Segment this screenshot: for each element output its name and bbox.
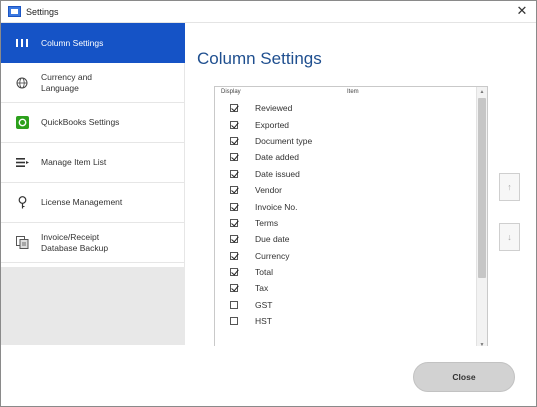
display-checkbox[interactable] (230, 153, 238, 162)
item-label: Date issued (255, 168, 300, 179)
list-item: Exported (215, 116, 477, 132)
display-checkbox[interactable] (230, 300, 238, 309)
list-item: Document type (215, 133, 477, 149)
item-label: Tax (255, 283, 269, 294)
item-label: Reviewed (255, 103, 293, 114)
item-label: Exported (255, 119, 290, 130)
item-label: Total (255, 267, 273, 278)
display-checkbox[interactable] (230, 186, 238, 195)
sidebar-item-label: Manage Item List (41, 157, 107, 167)
footer: Close (1, 346, 536, 406)
list-item: Due date (215, 231, 477, 247)
backup-icon (15, 236, 29, 250)
list-item: Vendor (215, 182, 477, 198)
arrow-up-icon: ↑ (507, 182, 512, 192)
list-icon (15, 156, 29, 170)
window-title: Settings (26, 6, 59, 17)
page-title: Column Settings (197, 49, 322, 68)
app-icon (8, 6, 21, 17)
list-scrollbar[interactable]: ▲ ▼ (476, 87, 487, 350)
sidebar-item-currency-language[interactable]: Currency and Language (1, 63, 185, 103)
move-down-button[interactable]: ↓ (499, 223, 520, 251)
main-panel: Column Settings Display Item Reviewed Exp… (186, 23, 536, 351)
list-item: Invoice No. (215, 198, 477, 214)
sidebar-item-label: License Management (41, 197, 123, 207)
item-label: GST (255, 299, 273, 310)
sidebar-item-label: QuickBooks Settings (41, 117, 120, 127)
display-checkbox[interactable] (230, 104, 238, 113)
display-checkbox[interactable] (230, 120, 238, 129)
window-close-button[interactable]: ✕ (515, 4, 529, 18)
sidebar: Column Settings Currency and Language Qu… (1, 23, 185, 345)
list-item: Total (215, 264, 477, 280)
display-checkbox[interactable] (230, 268, 238, 277)
list-item: Reviewed (215, 100, 477, 116)
sidebar-item-manage-item-list[interactable]: Manage Item List (1, 143, 185, 183)
sidebar-item-license-management[interactable]: License Management (1, 183, 185, 223)
item-label: Invoice No. (255, 201, 298, 212)
sidebar-item-label: Currency and Language (41, 71, 93, 93)
column-bars-icon (15, 36, 29, 50)
item-label: Currency (255, 250, 290, 261)
list-item: Date added (215, 149, 477, 165)
column-list: Display Item Reviewed Exported Document ty… (214, 86, 488, 351)
sidebar-empty-area (1, 267, 185, 345)
list-item: Currency (215, 248, 477, 264)
item-label: Due date (255, 234, 290, 245)
list-item: HST (215, 313, 477, 329)
display-checkbox[interactable] (230, 202, 238, 211)
display-checkbox[interactable] (230, 317, 238, 326)
display-checkbox[interactable] (230, 235, 238, 244)
sidebar-item-label: Column Settings (41, 37, 104, 48)
column-rows: Reviewed Exported Document type Date added D… (215, 100, 477, 329)
sidebar-item-database-backup[interactable]: Invoice/Receipt Database Backup (1, 223, 185, 263)
item-label: Document type (255, 135, 313, 146)
list-header: Display Item (215, 87, 477, 98)
move-up-button[interactable]: ↑ (499, 173, 520, 201)
arrow-down-icon: ↓ (507, 232, 512, 242)
header-display: Display (221, 89, 241, 95)
display-checkbox[interactable] (230, 169, 238, 178)
list-item: Terms (215, 215, 477, 231)
sidebar-item-label: Invoice/Receipt Database Backup (41, 231, 109, 253)
list-item: Tax (215, 280, 477, 296)
header-item: Item (347, 89, 359, 95)
display-checkbox[interactable] (230, 251, 238, 260)
display-checkbox[interactable] (230, 136, 238, 145)
list-item: Date issued (215, 166, 477, 182)
list-item: GST (215, 297, 477, 313)
quickbooks-icon (15, 116, 29, 130)
globe-icon (15, 76, 29, 90)
item-label: Terms (255, 217, 279, 228)
scroll-up-arrow[interactable]: ▲ (477, 87, 487, 97)
sidebar-item-column-settings[interactable]: Column Settings (1, 23, 185, 63)
settings-window: Settings ✕ Column Settings Currency and … (0, 0, 537, 407)
display-checkbox[interactable] (230, 284, 238, 293)
sidebar-item-quickbooks[interactable]: QuickBooks Settings (1, 103, 185, 143)
key-icon (15, 196, 29, 210)
item-label: HST (255, 316, 272, 327)
item-label: Date added (255, 152, 299, 163)
close-button[interactable]: Close (413, 362, 515, 392)
title-bar: Settings ✕ (1, 1, 536, 23)
item-label: Vendor (255, 185, 282, 196)
display-checkbox[interactable] (230, 218, 238, 227)
scroll-thumb[interactable] (478, 98, 486, 278)
